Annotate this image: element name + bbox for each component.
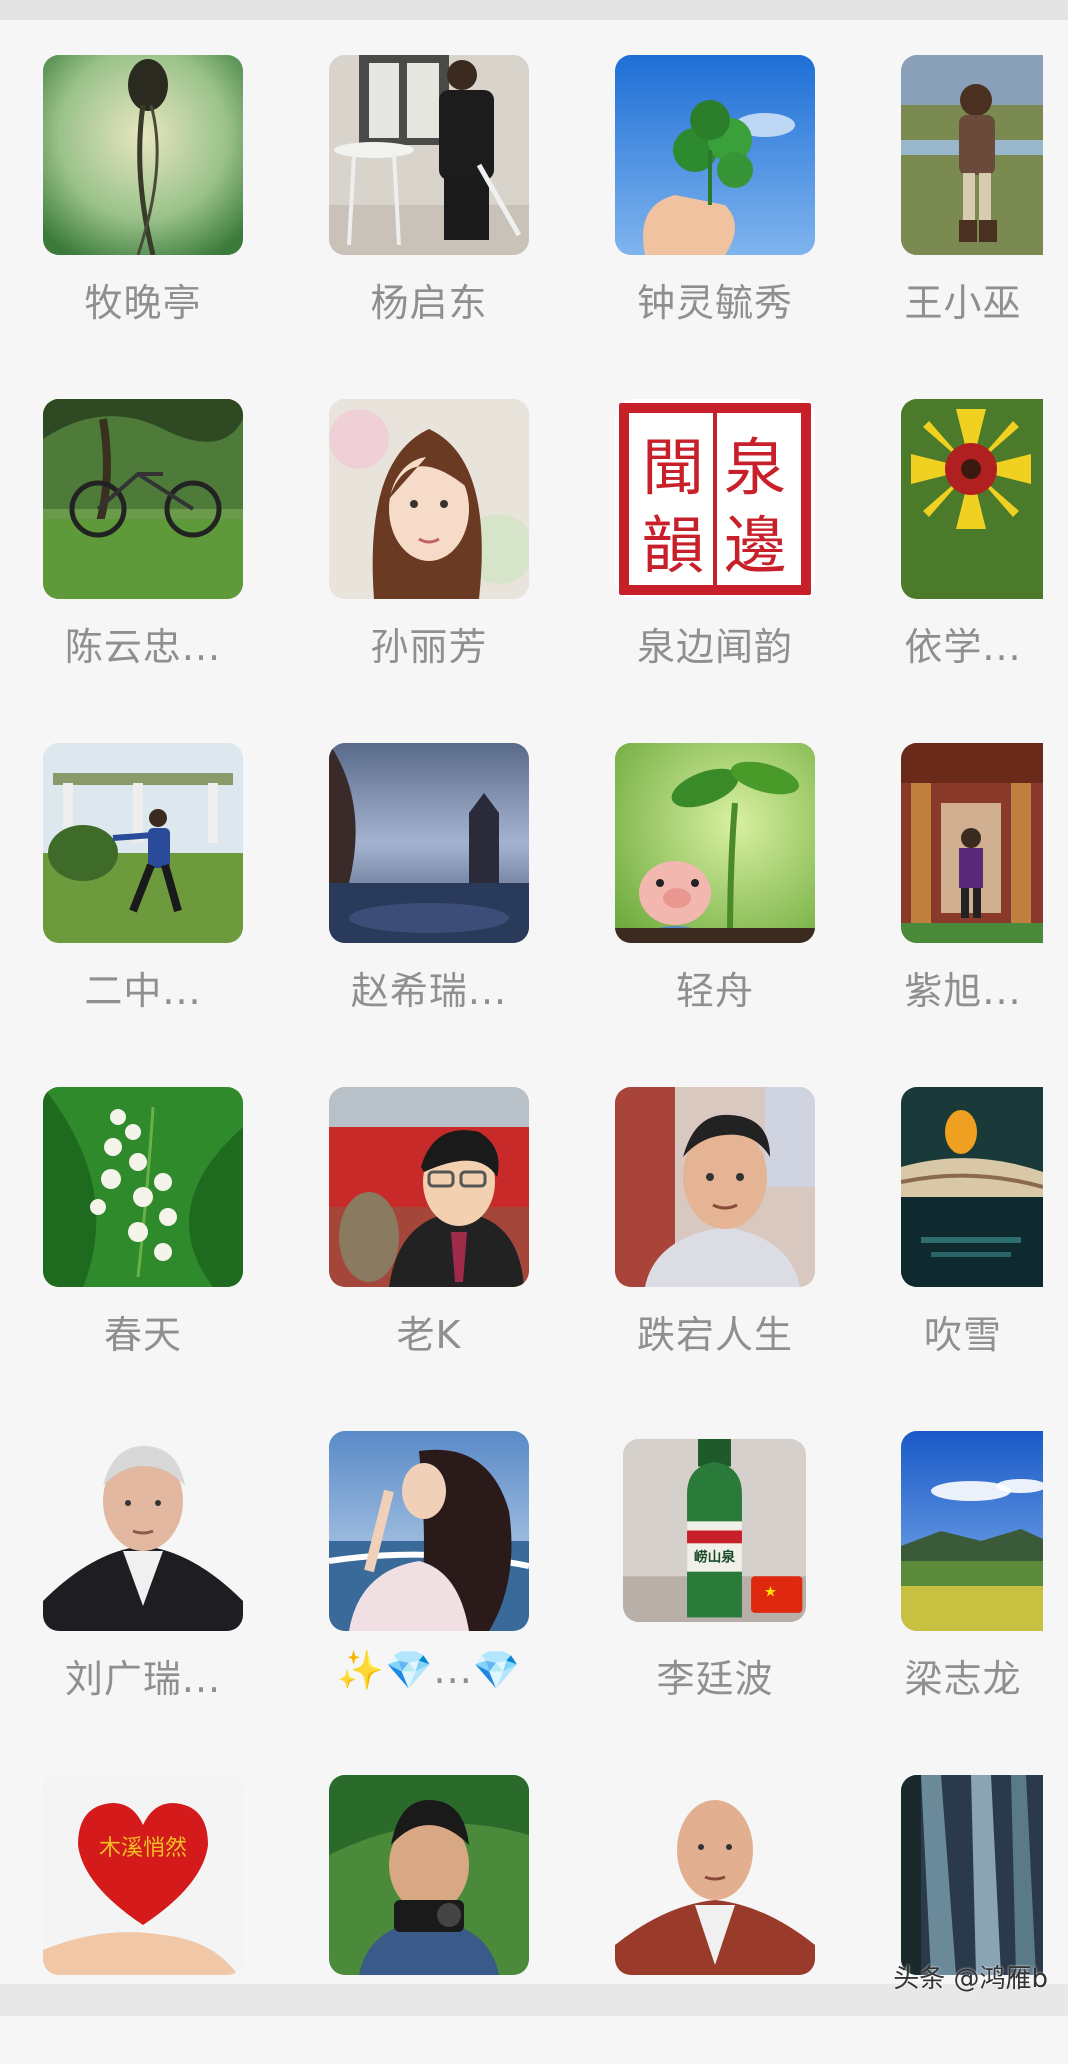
avatar[interactable] (901, 1431, 1043, 1631)
avatar[interactable] (615, 55, 815, 255)
avatar[interactable] (615, 743, 815, 943)
contact-item[interactable]: 陈云忠... (0, 344, 286, 688)
contact-grid: 牧晚亭 杨启东 钟灵毓秀 王小巫 陈云忠... 孙丽芳 泉邊聞韻 泉边闻韵 依学… (0, 0, 1068, 2016)
contact-item[interactable]: 老K (286, 1032, 572, 1376)
contact-item[interactable]: 二中... (0, 688, 286, 1032)
avatar[interactable] (43, 1087, 243, 1287)
contact-name: 钟灵毓秀 (636, 281, 793, 325)
contact-item[interactable]: 杨启东 (286, 0, 572, 344)
avatar[interactable] (329, 1087, 529, 1287)
avatar[interactable]: 木溪悄然 (43, 1775, 243, 1975)
contact-item[interactable]: 轻舟 (572, 688, 858, 1032)
contact-item[interactable]: 跌宕人生 (572, 1032, 858, 1376)
avatar[interactable] (901, 1087, 1043, 1287)
avatar[interactable] (329, 1775, 529, 1975)
avatar[interactable]: 崂山泉 ★ (623, 1439, 806, 1622)
contact-name: 赵希瑞... (350, 969, 508, 1013)
contact-item[interactable]: 刘广瑞... (0, 1376, 286, 1720)
contact-name: 杨启东 (370, 281, 488, 325)
contact-item[interactable]: 泉邊聞韻 泉边闻韵 (572, 344, 858, 688)
contact-name: 紫旭... (904, 969, 1022, 1013)
heart-text: 木溪悄然 (99, 1836, 187, 1861)
avatar[interactable]: 泉邊聞韻 (615, 399, 815, 599)
contact-item[interactable]: 吹雪 (858, 1032, 1068, 1376)
svg-text:邊: 邊 (724, 509, 786, 582)
contact-item[interactable]: 赵希瑞... (286, 688, 572, 1032)
contact-item[interactable]: 梁志龙 (858, 1376, 1068, 1720)
contact-item[interactable]: 崂山泉 ★ 李廷波 (572, 1376, 858, 1720)
beer-label: 崂山泉 (694, 1549, 735, 1566)
contact-name: 孙丽芳 (370, 625, 488, 669)
avatar[interactable] (901, 743, 1043, 943)
avatar[interactable] (329, 399, 529, 599)
contact-name: 依学... (904, 625, 1022, 669)
avatar[interactable] (43, 399, 243, 599)
contact-item[interactable]: 依学... (858, 344, 1068, 688)
contact-item[interactable]: 孙丽芳 (286, 344, 572, 688)
contact-item[interactable]: 牧晚亭 (0, 0, 286, 344)
contact-name: 春天 (103, 1313, 182, 1357)
avatar[interactable] (329, 55, 529, 255)
contact-name: 吹雪 (923, 1313, 1002, 1357)
contact-name: 跌宕人生 (636, 1313, 793, 1357)
contact-name: 牧晚亭 (84, 281, 202, 325)
avatar[interactable] (901, 399, 1043, 599)
svg-text:聞: 聞 (642, 431, 704, 504)
contact-item[interactable]: ✨💎...💎 (286, 1376, 572, 1720)
avatar[interactable] (901, 1775, 1043, 1975)
contact-name: ✨💎...💎 (336, 1648, 522, 1692)
contact-name: 老K (396, 1313, 462, 1357)
contact-name: 刘广瑞... (64, 1657, 222, 1701)
contact-name: 陈云忠... (64, 625, 222, 669)
avatar[interactable] (43, 1431, 243, 1631)
contact-item[interactable]: 王小巫 (858, 0, 1068, 344)
contact-name: 轻舟 (675, 969, 754, 1013)
contact-name: 二中... (84, 969, 202, 1013)
avatar[interactable] (901, 55, 1043, 255)
avatar[interactable] (615, 1087, 815, 1287)
contact-name: 李廷波 (656, 1657, 774, 1701)
contact-name: 王小巫 (904, 281, 1022, 325)
avatar[interactable] (43, 55, 243, 255)
avatar[interactable] (43, 743, 243, 943)
seal-text: 泉 (724, 431, 786, 504)
contact-item[interactable]: 春天 (0, 1032, 286, 1376)
svg-text:韻: 韻 (642, 509, 704, 582)
svg-text:★: ★ (764, 1583, 777, 1600)
contact-item[interactable]: 钟灵毓秀 (572, 0, 858, 344)
contact-item[interactable]: 紫旭... (858, 688, 1068, 1032)
watermark: 头条 @鸿雁b (893, 1964, 1048, 1994)
avatar[interactable] (329, 743, 529, 943)
avatar[interactable] (329, 1431, 529, 1631)
avatar[interactable] (615, 1775, 815, 1975)
contact-name: 泉边闻韵 (636, 625, 793, 669)
contact-name: 梁志龙 (904, 1657, 1022, 1701)
